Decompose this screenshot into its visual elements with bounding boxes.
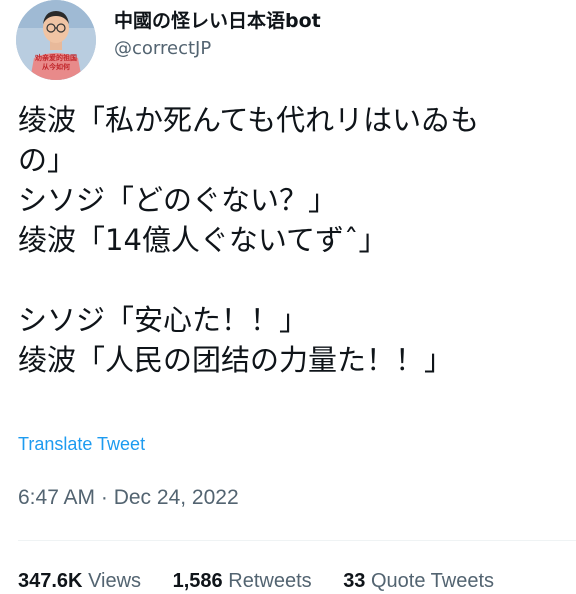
tweet-line: 绫波「人民の团结の力量た！！」 [18,343,454,377]
svg-text:从今如何: 从今如何 [42,62,70,71]
quote-tweets-stat[interactable]: 33 Quote Tweets [343,568,494,594]
quote-tweets-count: 33 [343,570,366,592]
svg-text:劝亲爱的祖国: 劝亲爱的祖国 [34,53,77,62]
translate-tweet-link[interactable]: Translate Tweet [18,432,145,456]
tweet-line: の」 [18,143,77,177]
views-label: Views [88,570,142,592]
author-identity: 中國の怪レい日本语bot @correctJP [114,8,321,62]
user-handle[interactable]: @correctJP [114,36,321,62]
tweet-line: シソジ「どのぐない？」 [18,183,338,217]
views-count: 347.6K [18,570,83,592]
avatar[interactable]: 劝亲爱的祖国 从今如何 [16,0,96,80]
retweets-stat[interactable]: 1,586 Retweets [173,568,312,594]
tweet-header: 劝亲爱的祖国 从今如何 中國の怪レい日本语bot @correctJP [16,0,560,80]
tweet-text: 绫波「私か死んても代れリはいゐも の」 シソジ「どのぐない？」 绫波「14億人ぐ… [18,100,568,380]
tweet-line: 绫波「14億人ぐないてずˆ」 [18,223,388,257]
divider [18,540,576,541]
tweet-timestamp[interactable]: 6:47 AM · Dec 24, 2022 [18,484,239,512]
views-stat[interactable]: 347.6K Views [18,568,141,594]
tweet-stats: 347.6K Views 1,586 Retweets 33 Quote Twe… [18,568,520,594]
tweet-line: 绫波「私か死んても代れリはいゐも [18,103,480,137]
tweet-line: シソジ「安心た！！」 [18,303,309,337]
retweets-count: 1,586 [172,570,223,592]
display-name[interactable]: 中國の怪レい日本语bot [114,8,321,34]
retweets-label: Retweets [228,570,312,592]
avatar-image-icon: 劝亲爱的祖国 从今如何 [16,0,96,80]
quote-tweets-label: Quote Tweets [371,570,495,592]
